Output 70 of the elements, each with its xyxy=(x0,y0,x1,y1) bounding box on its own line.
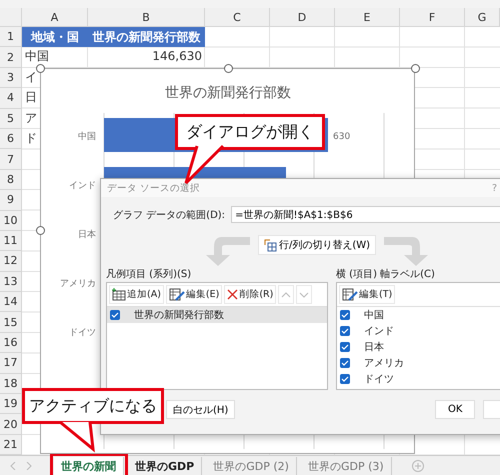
edit-button[interactable]: 編集(E) xyxy=(166,285,222,304)
row-header[interactable]: 19 xyxy=(0,394,22,414)
cell-text: イ xyxy=(25,70,37,84)
cell-text: 日 xyxy=(25,90,37,104)
column-header[interactable]: B xyxy=(88,8,205,27)
table-cell: 世界の新聞発行部数 xyxy=(88,27,205,48)
axis-label: インド xyxy=(69,181,96,191)
cell-text: 中国 xyxy=(25,49,49,64)
dialog-title: データ ソースの選択 xyxy=(107,182,200,194)
row-header[interactable]: 5 xyxy=(0,108,22,129)
edit-button[interactable]: 編集(T) xyxy=(339,285,396,304)
row-header[interactable]: 13 xyxy=(0,272,22,292)
list-item[interactable]: 世界の新聞発行部数 xyxy=(107,307,327,323)
column-header[interactable]: D xyxy=(270,8,335,27)
row-header[interactable]: 11 xyxy=(0,230,22,252)
sheet-tab[interactable]: 世界のGDP (2) xyxy=(206,457,297,475)
list-label: 凡例項目 (系列)(S) xyxy=(106,268,192,281)
sheet-tab[interactable]: 世界のGDP xyxy=(128,457,202,475)
data-label: 630 xyxy=(333,132,350,142)
sheet-tab[interactable]: 世界のGDP (3) xyxy=(300,457,392,475)
row-header[interactable]: 16 xyxy=(0,332,22,354)
list-item[interactable]: 日本 xyxy=(337,339,500,355)
list-item[interactable]: インド xyxy=(337,323,500,339)
row-header[interactable]: 12 xyxy=(0,251,22,272)
row-header[interactable]: 3 xyxy=(0,68,22,88)
cell-text: 146,630 xyxy=(152,49,202,64)
row-header[interactable]: 20 xyxy=(0,414,22,435)
row-header[interactable]: 9 xyxy=(0,190,22,211)
row-header[interactable]: 21 xyxy=(0,434,22,456)
switch-row-column-button[interactable]: 行/列の切り替え(W) xyxy=(258,235,376,255)
dialog-button[interactable]: 白のセル(H) xyxy=(166,400,236,419)
column-header[interactable]: F xyxy=(400,8,465,27)
row-header[interactable]: 2 xyxy=(0,47,22,68)
column-header[interactable]: C xyxy=(205,8,270,27)
item-label: ドイツ xyxy=(364,373,394,386)
row-header[interactable]: 18 xyxy=(0,374,22,394)
row-header[interactable]: 1 xyxy=(0,27,22,48)
row-header[interactable]: 7 xyxy=(0,149,22,170)
input-field[interactable]: =世界の新聞!$A$1:$B$6 xyxy=(231,206,500,223)
list-item[interactable]: アメリカ xyxy=(337,355,500,371)
axis-label: 中国 xyxy=(78,132,96,142)
row-header[interactable]: 6 xyxy=(0,128,22,150)
item-label: 世界の新聞発行部数 xyxy=(134,308,224,322)
list-label: 横 (項目) 軸ラベル(C) xyxy=(336,268,436,281)
item-label: 日本 xyxy=(364,340,384,354)
list-item[interactable]: 中国 xyxy=(337,307,500,323)
row-header[interactable]: 10 xyxy=(0,210,22,231)
item-label: インド xyxy=(364,325,394,338)
row-header[interactable]: 8 xyxy=(0,170,22,190)
column-header[interactable]: A xyxy=(22,8,88,27)
item-label: 中国 xyxy=(364,308,384,322)
row-header[interactable]: 4 xyxy=(0,88,22,109)
dialog-button[interactable]: OK xyxy=(435,400,476,419)
chart-title: 世界の新聞発行部数 xyxy=(165,85,291,101)
column-header[interactable]: G xyxy=(465,8,500,27)
axis-label: 日本 xyxy=(78,230,96,240)
axis-label: ドイツ xyxy=(69,328,96,338)
cell-text: ド xyxy=(25,130,37,145)
row-header[interactable]: 14 xyxy=(0,292,22,312)
delete-button[interactable]: 削除(R) xyxy=(224,285,276,304)
axis-label: アメリカ xyxy=(60,279,96,289)
row-header[interactable]: 15 xyxy=(0,312,22,333)
column-header[interactable]: E xyxy=(335,8,400,27)
field-label: グラフ データの範囲(D): xyxy=(113,208,226,222)
cell-text: ア xyxy=(25,110,37,125)
item-label: アメリカ xyxy=(364,357,404,370)
list-item[interactable]: ドイツ xyxy=(337,371,500,387)
add-button[interactable]: 追加(A) xyxy=(109,285,164,304)
table-cell: 地域・国 xyxy=(22,27,88,48)
row-header[interactable]: 17 xyxy=(0,353,22,374)
